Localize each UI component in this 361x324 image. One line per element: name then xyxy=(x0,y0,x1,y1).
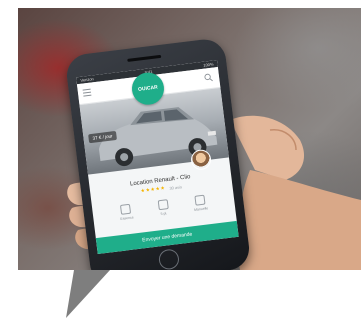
speech-bubble-frame xyxy=(0,0,361,324)
